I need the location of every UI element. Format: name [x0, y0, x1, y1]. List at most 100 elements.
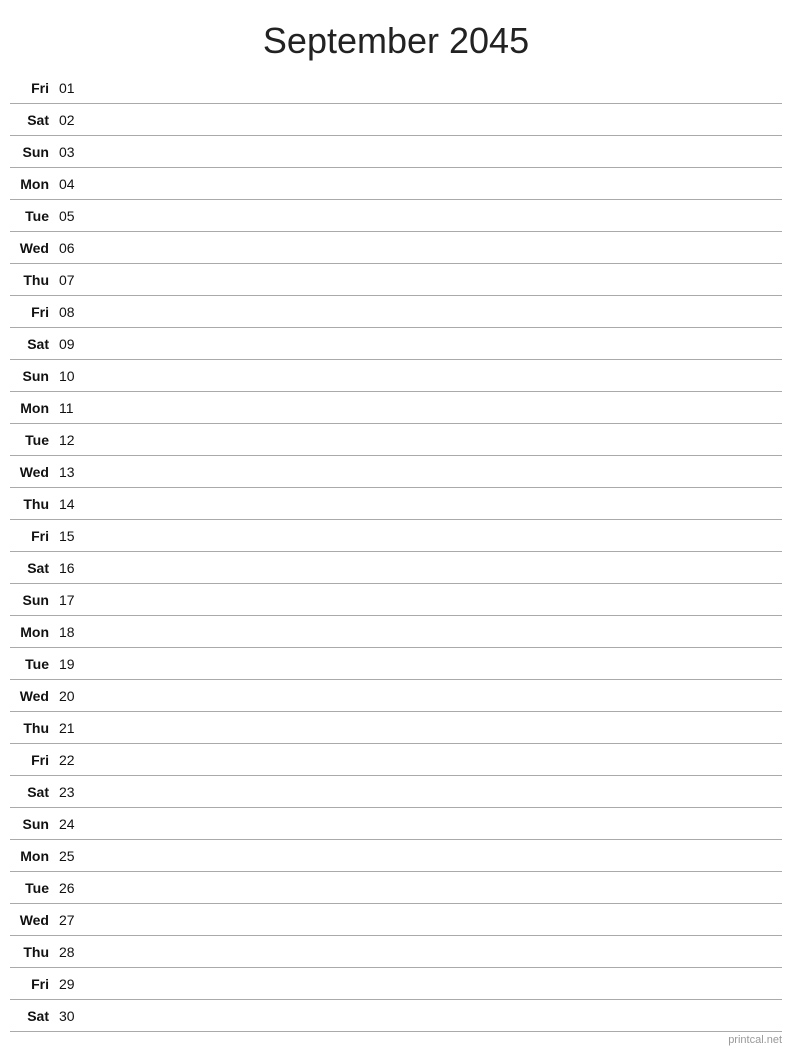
- day-line: [85, 311, 782, 312]
- calendar-row: Sat02: [10, 104, 782, 136]
- calendar-row: Wed06: [10, 232, 782, 264]
- day-name: Thu: [10, 720, 55, 736]
- day-line: [85, 343, 782, 344]
- calendar-row: Sun03: [10, 136, 782, 168]
- day-line: [85, 471, 782, 472]
- day-name: Fri: [10, 976, 55, 992]
- calendar-row: Mon25: [10, 840, 782, 872]
- day-name: Sun: [10, 592, 55, 608]
- day-number: 25: [55, 848, 85, 864]
- day-line: [85, 855, 782, 856]
- calendar-row: Mon18: [10, 616, 782, 648]
- day-line: [85, 599, 782, 600]
- day-line: [85, 407, 782, 408]
- day-name: Tue: [10, 208, 55, 224]
- calendar-row: Mon04: [10, 168, 782, 200]
- day-line: [85, 567, 782, 568]
- day-line: [85, 87, 782, 88]
- day-name: Wed: [10, 688, 55, 704]
- day-line: [85, 887, 782, 888]
- calendar-row: Sat30: [10, 1000, 782, 1032]
- calendar-row: Sat16: [10, 552, 782, 584]
- calendar-row: Fri01: [10, 72, 782, 104]
- calendar-row: Tue26: [10, 872, 782, 904]
- calendar-row: Thu14: [10, 488, 782, 520]
- day-line: [85, 183, 782, 184]
- day-name: Sat: [10, 336, 55, 352]
- day-number: 13: [55, 464, 85, 480]
- day-line: [85, 727, 782, 728]
- day-number: 12: [55, 432, 85, 448]
- calendar-row: Wed20: [10, 680, 782, 712]
- day-name: Mon: [10, 176, 55, 192]
- day-line: [85, 151, 782, 152]
- day-name: Mon: [10, 848, 55, 864]
- day-name: Fri: [10, 528, 55, 544]
- day-name: Mon: [10, 624, 55, 640]
- day-line: [85, 215, 782, 216]
- day-line: [85, 695, 782, 696]
- calendar-row: Thu07: [10, 264, 782, 296]
- day-name: Tue: [10, 432, 55, 448]
- day-number: 27: [55, 912, 85, 928]
- day-number: 20: [55, 688, 85, 704]
- calendar-row: Wed13: [10, 456, 782, 488]
- day-number: 15: [55, 528, 85, 544]
- day-number: 18: [55, 624, 85, 640]
- calendar-row: Sun24: [10, 808, 782, 840]
- day-number: 08: [55, 304, 85, 320]
- day-name: Wed: [10, 912, 55, 928]
- day-name: Sat: [10, 784, 55, 800]
- calendar-row: Tue19: [10, 648, 782, 680]
- day-number: 04: [55, 176, 85, 192]
- day-line: [85, 631, 782, 632]
- day-number: 21: [55, 720, 85, 736]
- day-name: Sat: [10, 112, 55, 128]
- day-line: [85, 119, 782, 120]
- day-line: [85, 279, 782, 280]
- day-line: [85, 791, 782, 792]
- day-number: 11: [55, 400, 85, 416]
- day-number: 29: [55, 976, 85, 992]
- calendar-grid: Fri01Sat02Sun03Mon04Tue05Wed06Thu07Fri08…: [0, 72, 792, 1032]
- day-number: 05: [55, 208, 85, 224]
- day-number: 01: [55, 80, 85, 96]
- day-number: 07: [55, 272, 85, 288]
- calendar-row: Fri08: [10, 296, 782, 328]
- day-line: [85, 503, 782, 504]
- day-line: [85, 823, 782, 824]
- calendar-row: Fri29: [10, 968, 782, 1000]
- day-number: 19: [55, 656, 85, 672]
- calendar-row: Tue12: [10, 424, 782, 456]
- day-line: [85, 983, 782, 984]
- page-title: September 2045: [0, 0, 792, 72]
- calendar-row: Sat09: [10, 328, 782, 360]
- calendar-row: Wed27: [10, 904, 782, 936]
- calendar-row: Tue05: [10, 200, 782, 232]
- calendar-row: Thu28: [10, 936, 782, 968]
- day-number: 22: [55, 752, 85, 768]
- day-number: 24: [55, 816, 85, 832]
- day-line: [85, 247, 782, 248]
- day-name: Sun: [10, 368, 55, 384]
- day-number: 14: [55, 496, 85, 512]
- day-number: 02: [55, 112, 85, 128]
- day-line: [85, 663, 782, 664]
- day-name: Fri: [10, 304, 55, 320]
- day-name: Tue: [10, 656, 55, 672]
- calendar-row: Fri22: [10, 744, 782, 776]
- watermark: printcal.net: [728, 1034, 782, 1046]
- day-name: Fri: [10, 80, 55, 96]
- day-name: Thu: [10, 496, 55, 512]
- day-name: Wed: [10, 240, 55, 256]
- day-name: Sun: [10, 816, 55, 832]
- day-number: 16: [55, 560, 85, 576]
- day-line: [85, 1015, 782, 1016]
- day-number: 06: [55, 240, 85, 256]
- calendar-row: Mon11: [10, 392, 782, 424]
- day-number: 23: [55, 784, 85, 800]
- day-line: [85, 951, 782, 952]
- day-line: [85, 535, 782, 536]
- day-line: [85, 919, 782, 920]
- day-number: 03: [55, 144, 85, 160]
